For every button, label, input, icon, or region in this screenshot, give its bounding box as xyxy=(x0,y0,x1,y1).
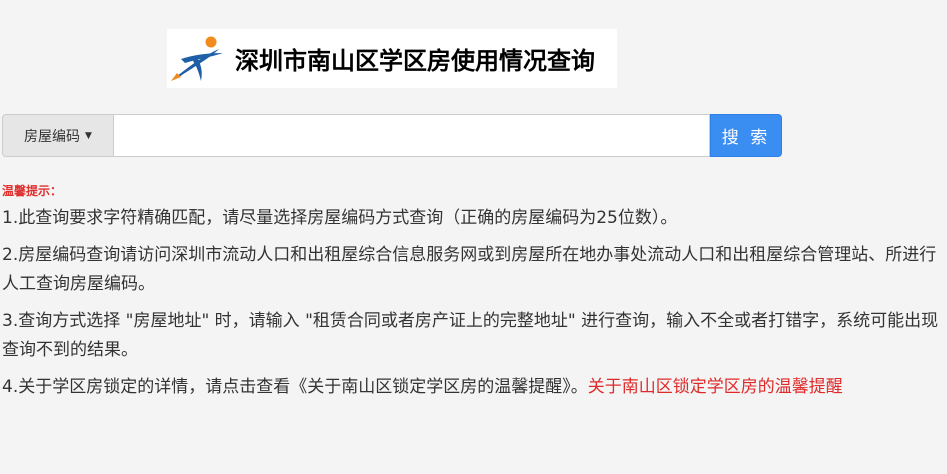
page-title: 深圳市南山区学区房使用情况查询 xyxy=(235,47,595,75)
search-type-dropdown[interactable]: 房屋编码 ▼ xyxy=(2,114,113,157)
banner: 深圳市南山区学区房使用情况查询 xyxy=(167,29,617,88)
tip-item-1: 1.此查询要求字符精确匹配，请尽量选择房屋编码方式查询（正确的房屋编码为25位数… xyxy=(2,208,678,228)
search-input[interactable] xyxy=(113,114,710,157)
tip-item-3: 3.查询方式选择 "房屋地址" 时，请输入 "租赁合同或者房产证上的完整地址" … xyxy=(2,311,939,360)
tips-list: 1.此查询要求字符精确匹配，请尽量选择房屋编码方式查询（正确的房屋编码为25位数… xyxy=(2,204,944,410)
page: 深圳市南山区学区房使用情况查询 房屋编码 ▼ 搜 索 温馨提示： 1.此查询要求… xyxy=(0,0,947,474)
search-bar: 房屋编码 ▼ 搜 索 xyxy=(2,114,782,157)
tip-item-4: 4.关于学区房锁定的详情，请点击查看《关于南山区锁定学区房的温馨提醒》。关于南山… xyxy=(2,373,944,402)
search-button[interactable]: 搜 索 xyxy=(710,114,782,157)
tip-item-4-text: 4.关于学区房锁定的详情，请点击查看《关于南山区锁定学区房的温馨提醒》。 xyxy=(2,377,588,397)
tip-item-2: 2.房屋编码查询请访问深圳市流动人口和出租屋综合信息服务网或到房屋所在地办事处流… xyxy=(2,245,937,294)
runner-logo-icon xyxy=(171,36,223,81)
search-type-label: 房屋编码 xyxy=(24,128,81,145)
school-district-lock-notice-link[interactable]: 关于南山区锁定学区房的温馨提醒 xyxy=(588,377,843,397)
tips-heading: 温馨提示： xyxy=(2,184,63,198)
caret-down-icon: ▼ xyxy=(85,130,92,141)
